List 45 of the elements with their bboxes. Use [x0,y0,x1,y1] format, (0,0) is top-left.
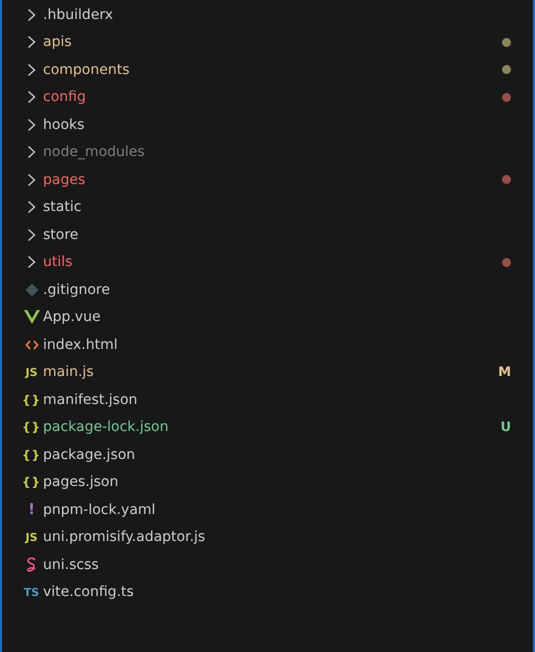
file-name[interactable]: uni.scss [43,556,515,573]
file-name[interactable]: config [43,89,502,106]
file-name[interactable]: store [43,226,515,243]
git-status: M [498,364,511,380]
chevron-icon[interactable] [27,62,36,77]
file-name[interactable]: utils [43,254,502,270]
braces-icon: {} [22,394,42,406]
file-name[interactable]: vite.config.ts [43,584,515,600]
braces-icon: {} [22,421,42,434]
js-icon: JS [25,532,38,543]
file-name[interactable]: App.vue [43,309,515,326]
file-name[interactable]: components [43,62,502,78]
ts-icon: TS [24,586,40,598]
file-name[interactable]: uni.promisify.adaptor.js [43,529,515,546]
file-name[interactable]: index.html [43,336,515,353]
exclamation-icon: ! [28,502,35,518]
chevron-icon[interactable] [27,200,36,214]
js-icon: JS [25,366,38,378]
git-status: U [500,420,511,435]
code-icon [24,338,38,351]
file-name[interactable]: package.json [43,446,515,463]
file-name[interactable]: .gitignore [43,282,515,298]
chevron-icon[interactable] [27,35,36,50]
file-name[interactable]: main.js [43,364,498,380]
file-name[interactable]: .hbuilderx [43,6,515,23]
chevron-icon[interactable] [27,90,36,104]
file-name[interactable]: hooks [43,116,515,133]
file-name[interactable]: manifest.json [43,392,515,408]
chevron-icon[interactable] [27,8,36,22]
sass-icon [26,556,38,573]
chevron-icon[interactable] [27,172,36,187]
chevron-icon[interactable] [27,118,36,132]
file-name[interactable]: static [43,199,515,216]
file-name[interactable]: pages.json [43,474,515,490]
file-name[interactable]: pages [43,172,502,188]
chevron-icon[interactable] [27,145,36,160]
chevron-icon[interactable] [27,255,36,270]
chevron-icon[interactable] [27,228,36,242]
vue-icon [24,310,40,324]
braces-icon: {} [22,448,42,461]
file-name[interactable]: apis [43,34,502,50]
file-name[interactable]: pnpm-lock.yaml [43,502,515,518]
file-name[interactable]: node_modules [43,144,515,160]
file-name[interactable]: package-lock.json [43,419,500,436]
braces-icon: {} [22,476,42,488]
